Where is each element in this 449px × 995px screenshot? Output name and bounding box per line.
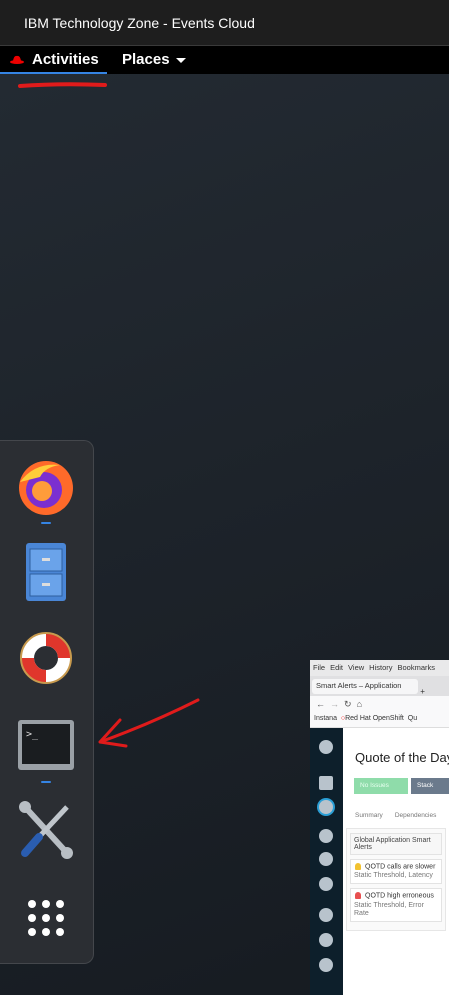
menu-edit[interactable]: Edit xyxy=(330,663,343,672)
bookmarks-bar: Instana ○Red Hat OpenShift Qu xyxy=(310,714,449,728)
browser-nav: ← → ↻ ⌂ xyxy=(310,696,449,714)
forward-icon[interactable]: → xyxy=(330,699,339,709)
app-main: Quote of the Day No Issues Stack Summary… xyxy=(343,728,449,995)
gnome-top-bar: Activities Places xyxy=(0,46,449,74)
annotation-arrow xyxy=(98,698,200,748)
files-icon[interactable] xyxy=(15,541,77,603)
bookmark-openshift[interactable]: Red Hat OpenShift xyxy=(345,715,404,722)
tab-title: Smart Alerts – Application xyxy=(316,681,402,690)
smart-alerts-card: Global Application Smart Alerts QOTD cal… xyxy=(346,828,446,931)
instana-sidebar xyxy=(310,728,343,995)
alert-title: QOTD calls are slower xyxy=(365,863,436,871)
bookmark-instana[interactable]: Instana xyxy=(314,715,337,722)
activities-button[interactable]: Activities xyxy=(0,46,107,74)
analytics-icon[interactable] xyxy=(319,908,333,922)
instana-logo-icon[interactable] xyxy=(319,740,333,754)
places-menu[interactable]: Places xyxy=(122,51,186,68)
menu-history[interactable]: History xyxy=(369,663,392,672)
redhat-icon xyxy=(10,55,24,64)
alert-row[interactable]: QOTD calls are slower Static Threshold, L… xyxy=(350,859,442,885)
firefox-icon[interactable] xyxy=(15,457,77,519)
bookmark-qu[interactable]: Qu xyxy=(408,715,417,722)
events-icon[interactable] xyxy=(319,933,333,947)
home-icon[interactable]: ⌂ xyxy=(357,699,362,709)
card-header: Global Application Smart Alerts xyxy=(350,833,442,855)
applications-icon[interactable] xyxy=(319,800,333,814)
websites-icon[interactable] xyxy=(319,776,333,790)
dash: >_ xyxy=(0,440,94,964)
no-issues-badge: No Issues xyxy=(354,778,408,794)
alert-subtitle: Static Threshold, Latency xyxy=(354,872,433,880)
app-tabs: Summary Dependencies xyxy=(355,812,448,819)
help-lifebuoy-icon[interactable] xyxy=(15,627,77,689)
back-icon[interactable]: ← xyxy=(316,699,325,709)
reload-icon[interactable]: ↻ xyxy=(344,699,352,709)
menu-file[interactable]: File xyxy=(313,663,325,672)
caret-down-icon xyxy=(175,57,186,63)
annotation-underline xyxy=(18,82,107,88)
infrastructure-icon[interactable] xyxy=(319,852,333,866)
platforms-icon[interactable] xyxy=(319,829,333,843)
bell-icon xyxy=(355,863,361,870)
browser-window-preview[interactable]: File Edit View History Bookmarks Smart Alert… xyxy=(310,660,449,995)
svg-text:>_: >_ xyxy=(26,729,39,740)
terminal-icon[interactable]: >_ xyxy=(15,715,77,777)
alert-title: QOTD high erroneous xyxy=(365,892,434,900)
menu-bookmarks[interactable]: Bookmarks xyxy=(398,663,436,672)
activities-label: Activities xyxy=(32,51,99,68)
settings-tools-icon[interactable] xyxy=(15,799,77,861)
menu-view[interactable]: View xyxy=(348,663,364,672)
tab-summary[interactable]: Summary xyxy=(355,812,383,819)
alert-row[interactable]: QOTD high erroneous Static Threshold, Err… xyxy=(350,888,442,922)
browser-tab[interactable]: Smart Alerts – Application xyxy=(312,679,418,694)
new-tab-button[interactable]: + xyxy=(420,687,425,696)
show-apps-grid-icon[interactable] xyxy=(15,887,77,949)
stack-dropdown[interactable]: Stack xyxy=(411,778,449,794)
running-indicator xyxy=(41,781,51,783)
app-title: Quote of the Day xyxy=(355,750,449,765)
browser-tab-strip: Smart Alerts – Application + xyxy=(310,676,449,696)
window-title-bar: IBM Technology Zone - Events Cloud xyxy=(0,0,449,46)
running-indicator xyxy=(41,522,51,524)
places-label: Places xyxy=(122,51,170,68)
window-title: IBM Technology Zone - Events Cloud xyxy=(24,15,255,31)
browser-menu-bar: File Edit View History Bookmarks xyxy=(310,660,449,676)
tab-dependencies[interactable]: Dependencies xyxy=(395,812,437,819)
card-header-label: Global Application Smart Alerts xyxy=(354,837,431,851)
settings-icon[interactable] xyxy=(319,958,333,972)
bell-icon xyxy=(355,892,361,900)
alert-subtitle: Static Threshold, Error Rate xyxy=(354,901,424,917)
synthetics-icon[interactable] xyxy=(319,877,333,891)
